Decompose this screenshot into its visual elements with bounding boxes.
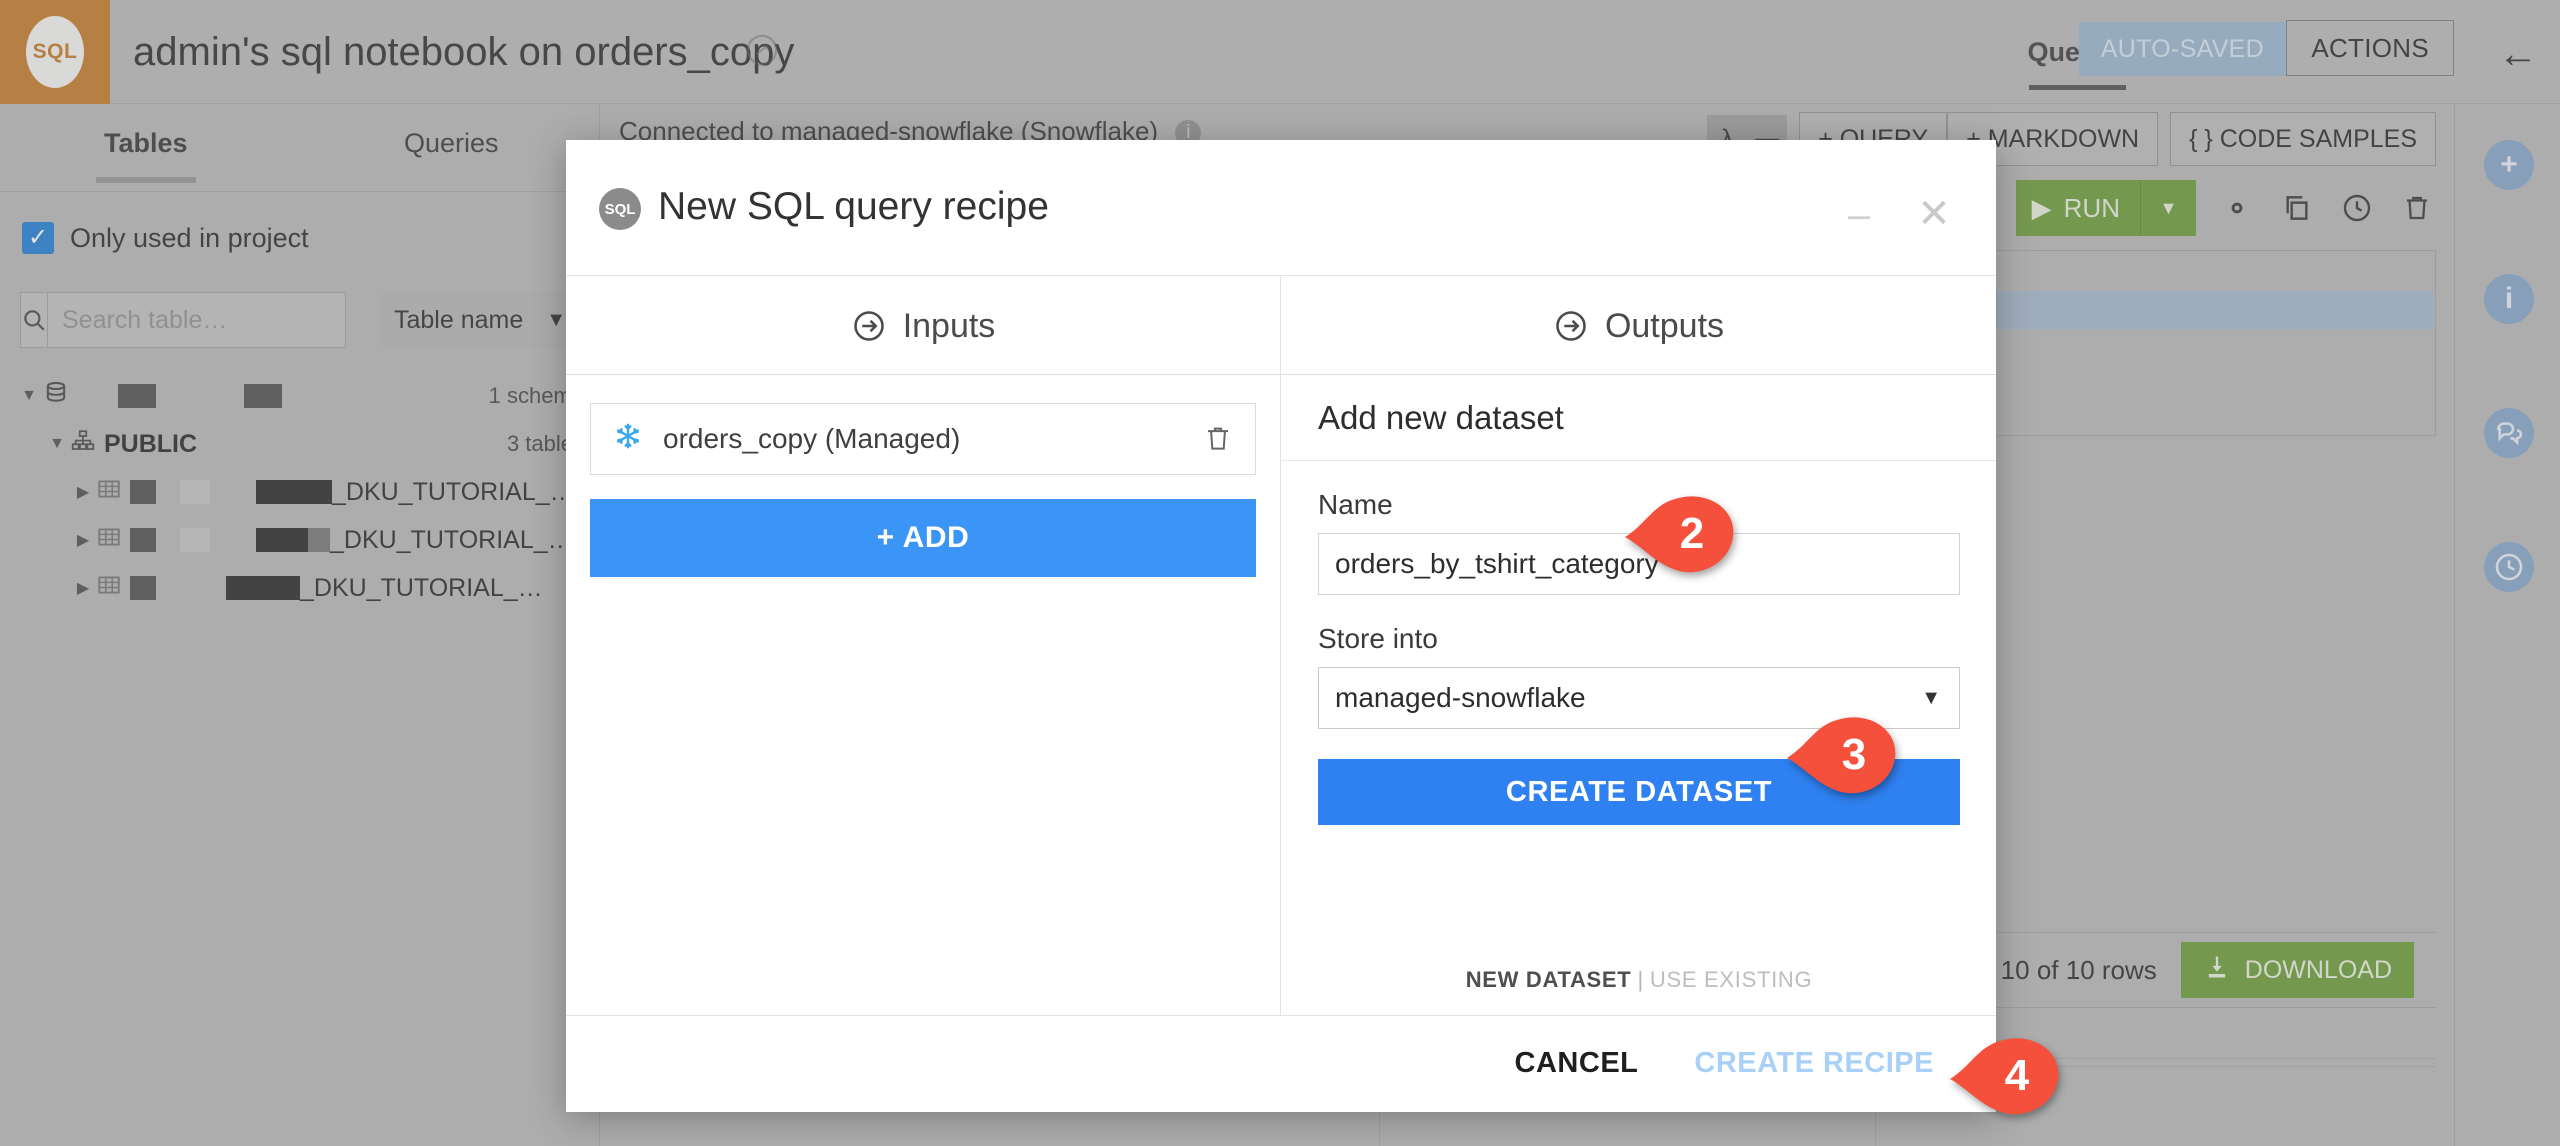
toggle-new-dataset[interactable]: NEW DATASET	[1466, 967, 1632, 992]
tab-inputs-label: Inputs	[903, 307, 996, 346]
cancel-button[interactable]: CANCEL	[1515, 1047, 1639, 1080]
tab-inputs[interactable]: Inputs	[566, 276, 1281, 376]
marker-number: 3	[1785, 716, 1897, 794]
callout-marker-3: 3	[1785, 716, 1897, 794]
minimize-icon[interactable]: –	[1842, 198, 1876, 232]
chevron-down-icon: ▼	[1921, 687, 1941, 710]
close-icon[interactable]: ✕	[1914, 194, 1954, 234]
outputs-pane: Add new dataset Name orders_by_tshirt_ca…	[1282, 375, 1996, 1015]
input-dataset-name: orders_copy (Managed)	[663, 423, 960, 455]
callout-marker-4: 4	[1948, 1037, 2060, 1115]
marker-number: 2	[1623, 495, 1735, 573]
sql-logo-badge: SQL	[599, 188, 641, 230]
new-sql-query-recipe-dialog: SQL New SQL query recipe – ✕ Inputs Outp…	[566, 140, 1996, 1112]
store-into-label: Store into	[1318, 623, 1960, 655]
toggle-use-existing[interactable]: USE EXISTING	[1650, 967, 1812, 992]
inputs-pane: orders_copy (Managed) + ADD	[566, 375, 1281, 1015]
create-recipe-button[interactable]: CREATE RECIPE	[1694, 1047, 1934, 1080]
snowflake-icon	[613, 421, 643, 457]
arrow-outof-circle-icon	[1553, 308, 1589, 344]
name-field-value: orders_by_tshirt_category	[1335, 548, 1659, 580]
input-dataset-row[interactable]: orders_copy (Managed)	[590, 403, 1256, 475]
store-into-value: managed-snowflake	[1335, 682, 1586, 714]
dialog-header: SQL New SQL query recipe – ✕	[566, 140, 1996, 275]
tab-outputs-label: Outputs	[1605, 307, 1724, 346]
tab-outputs[interactable]: Outputs	[1281, 276, 1996, 376]
dialog-title: New SQL query recipe	[658, 185, 1049, 229]
dialog-tabs: Inputs Outputs	[566, 275, 1996, 375]
arrow-into-circle-icon	[851, 308, 887, 344]
toggle-separator: |	[1637, 967, 1643, 992]
add-input-button[interactable]: + ADD	[590, 499, 1256, 577]
dataset-mode-toggle: NEW DATASET| USE EXISTING	[1282, 967, 1996, 993]
app-root: SQL admin's sql notebook on orders_copy …	[0, 0, 2560, 1146]
dialog-footer: CANCEL CREATE RECIPE	[566, 1015, 1996, 1111]
marker-number: 4	[1948, 1037, 2060, 1115]
callout-marker-2: 2	[1623, 495, 1735, 573]
dialog-body: orders_copy (Managed) + ADD Add new data…	[566, 375, 1996, 1015]
delete-input-icon[interactable]	[1203, 422, 1233, 456]
outputs-section-title: Add new dataset	[1282, 375, 1996, 461]
